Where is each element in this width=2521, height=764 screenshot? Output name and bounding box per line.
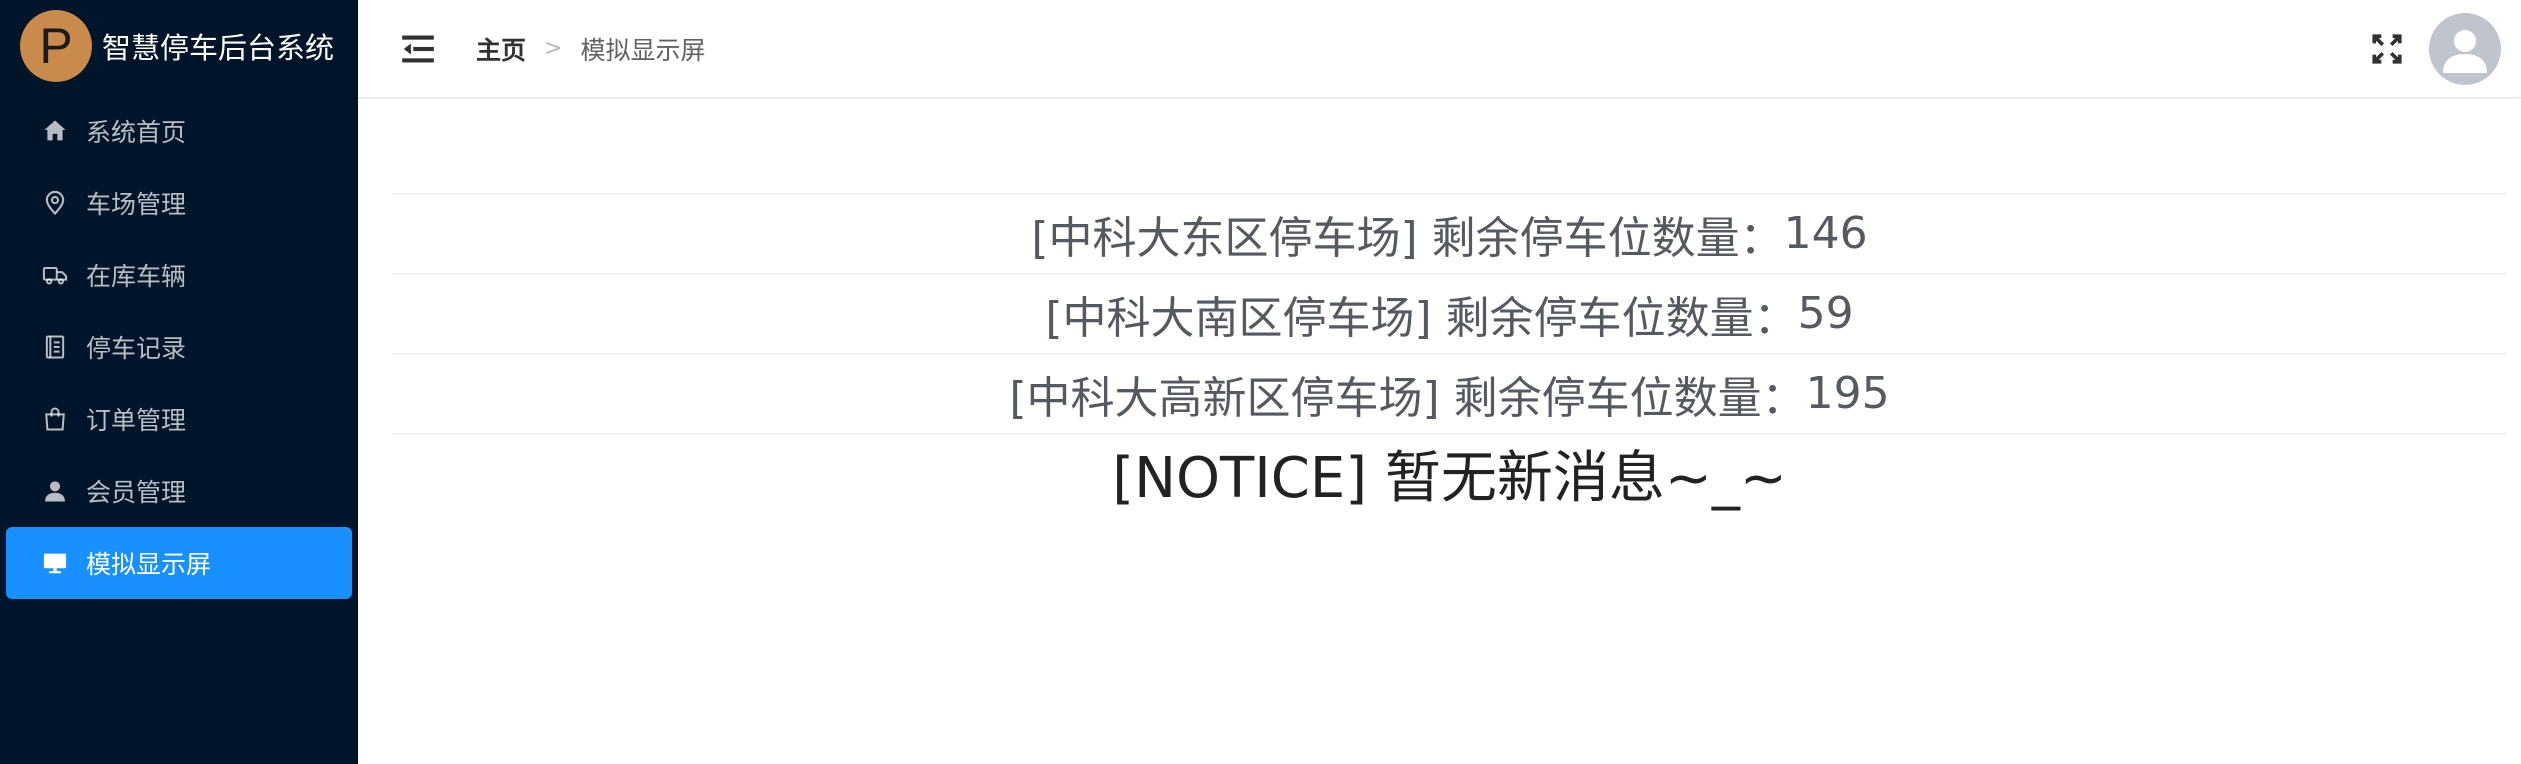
breadcrumb-current: 模拟显示屏 (580, 35, 706, 65)
lot-label: 剩余停车位数量： (1445, 292, 1798, 344)
fullscreen-button[interactable] (2367, 29, 2407, 69)
header-actions (2367, 12, 2501, 85)
notice-row: [NOTICE] 暂无新消息~_~ (392, 433, 2507, 513)
sidebar-item-vehicles[interactable]: 在库车辆 (6, 239, 352, 311)
notebook-icon (40, 332, 70, 362)
lot-count: 195 (1805, 368, 1890, 419)
sidebar-item-label: 模拟显示屏 (86, 550, 212, 579)
truck-icon (40, 260, 70, 290)
app-root: P 智慧停车后台系统 系统首页 车场管理 在库车辆 停车记录 订单管理 会员管理… (0, 0, 2521, 764)
logo: P (20, 10, 92, 82)
sidebar: P 智慧停车后台系统 系统首页 车场管理 在库车辆 停车记录 订单管理 会员管理… (0, 0, 358, 764)
sidebar-item-label: 会员管理 (86, 478, 187, 507)
sidebar-item-label: 订单管理 (86, 406, 187, 435)
sidebar-item-members[interactable]: 会员管理 (6, 455, 352, 527)
location-pin-icon (40, 188, 70, 218)
monitor-icon (40, 548, 70, 578)
fullscreen-icon (2372, 33, 2402, 64)
menu-fold-icon (402, 35, 434, 62)
top-header: 主页 > 模拟显示屏 (358, 0, 2521, 98)
notice-text: [NOTICE] 暂无新消息~_~ (1112, 446, 1787, 511)
app-title: 智慧停车后台系统 (102, 31, 335, 65)
sidebar-item-label: 停车记录 (86, 334, 187, 363)
lot-name: [中科大东区停车场] (1031, 212, 1418, 264)
lot-name: [中科大南区停车场] (1045, 292, 1432, 344)
breadcrumb-home[interactable]: 主页 (476, 31, 526, 67)
breadcrumb-separator: > (544, 36, 563, 61)
logo-letter: P (39, 18, 73, 74)
brand[interactable]: P 智慧停车后台系统 (0, 0, 358, 92)
main-content: [中科大东区停车场] 剩余停车位数量： 146 [中科大南区停车场] 剩余停车位数… (358, 99, 2521, 764)
sidebar-item-parking-lots[interactable]: 车场管理 (6, 167, 352, 239)
sidebar-item-display-screen[interactable]: 模拟显示屏 (6, 527, 352, 599)
user-avatar-icon (2443, 29, 2487, 73)
sidebar-item-label: 车场管理 (86, 190, 187, 219)
lot-label: 剩余停车位数量： (1453, 372, 1806, 424)
sidebar-item-home[interactable]: 系统首页 (6, 95, 352, 167)
lot-count: 59 (1797, 288, 1854, 339)
lot-availability-row: [中科大南区停车场] 剩余停车位数量： 59 (392, 273, 2507, 353)
lot-label: 剩余停车位数量： (1431, 212, 1784, 264)
home-icon (40, 116, 70, 146)
sidebar-item-label: 系统首页 (86, 118, 187, 147)
breadcrumb: 主页 > 模拟显示屏 (476, 31, 705, 67)
display-board: [中科大东区停车场] 剩余停车位数量： 146 [中科大南区停车场] 剩余停车位数… (392, 193, 2507, 513)
lot-name: [中科大高新区停车场] (1009, 372, 1440, 424)
sidebar-item-label: 在库车辆 (86, 262, 187, 291)
menu-collapse-button[interactable] (396, 27, 440, 71)
sidebar-item-parking-records[interactable]: 停车记录 (6, 311, 352, 383)
lot-count: 146 (1783, 208, 1868, 259)
sidebar-menu: 系统首页 车场管理 在库车辆 停车记录 订单管理 会员管理 模拟显示屏 (0, 95, 358, 599)
user-icon (40, 476, 70, 506)
sidebar-item-orders[interactable]: 订单管理 (6, 383, 352, 455)
lot-availability-row: [中科大东区停车场] 剩余停车位数量： 146 (392, 193, 2507, 273)
shopping-bag-icon (40, 404, 70, 434)
lot-availability-row: [中科大高新区停车场] 剩余停车位数量： 195 (392, 353, 2507, 433)
avatar[interactable] (2429, 12, 2501, 85)
